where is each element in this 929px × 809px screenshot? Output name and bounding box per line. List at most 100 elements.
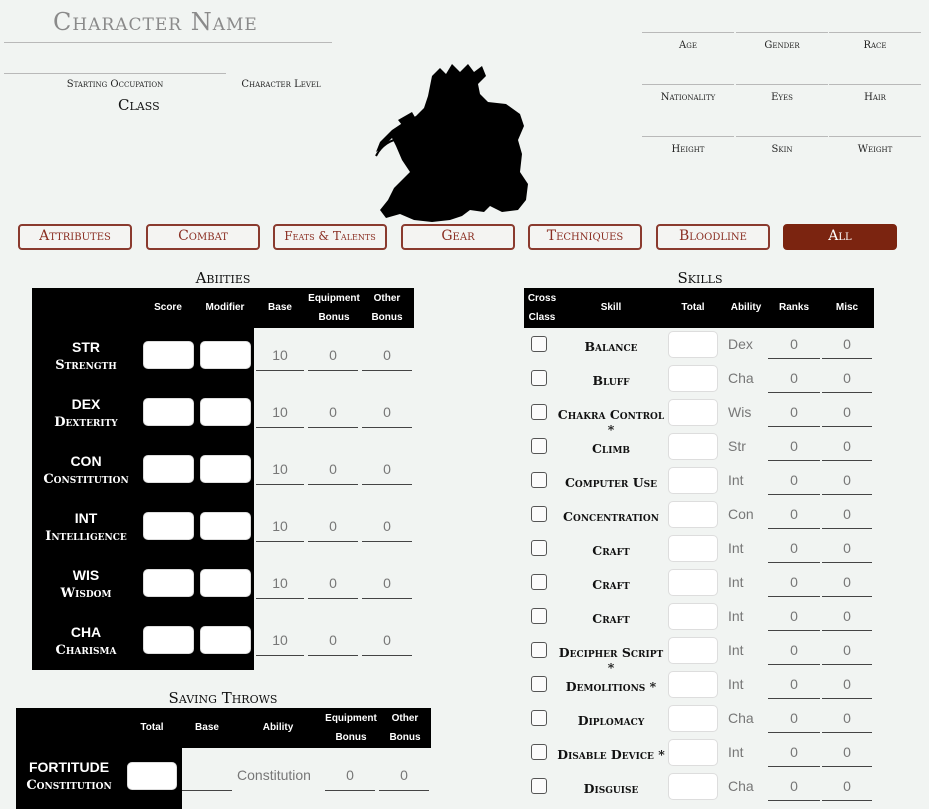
skill-ranks-value[interactable]: 0: [768, 404, 820, 420]
cross-class-checkbox[interactable]: [531, 370, 547, 386]
ability-other-value[interactable]: 0: [362, 461, 412, 477]
ability-modifier-input[interactable]: [200, 398, 251, 426]
skill-total-input[interactable]: [668, 739, 718, 766]
ability-score-input[interactable]: [143, 455, 194, 483]
bio-underline[interactable]: [736, 84, 828, 85]
cross-class-checkbox[interactable]: [531, 438, 547, 454]
ability-base-value[interactable]: 10: [256, 404, 304, 420]
ability-base-value[interactable]: 10: [256, 461, 304, 477]
cross-class-checkbox[interactable]: [531, 506, 547, 522]
ability-score-input[interactable]: [143, 512, 194, 540]
bio-underline[interactable]: [829, 136, 921, 137]
cross-class-checkbox[interactable]: [531, 336, 547, 352]
skill-total-input[interactable]: [668, 569, 718, 596]
skill-total-input[interactable]: [668, 671, 718, 698]
ability-equip-value[interactable]: 0: [308, 461, 358, 477]
ability-modifier-input[interactable]: [200, 341, 251, 369]
bio-underline[interactable]: [642, 84, 734, 85]
character-name-field[interactable]: Character Name: [53, 8, 258, 36]
skill-misc-value[interactable]: 0: [822, 540, 872, 556]
bio-underline[interactable]: [642, 136, 734, 137]
ability-other-value[interactable]: 0: [362, 518, 412, 534]
ability-other-value[interactable]: 0: [362, 575, 412, 591]
skill-misc-value[interactable]: 0: [822, 506, 872, 522]
cross-class-checkbox[interactable]: [531, 642, 547, 658]
tab-attributes[interactable]: Attributes: [18, 224, 132, 250]
skill-total-input[interactable]: [668, 535, 718, 562]
skill-total-input[interactable]: [668, 399, 718, 426]
ability-other-value[interactable]: 0: [362, 632, 412, 648]
skill-misc-value[interactable]: 0: [822, 574, 872, 590]
skill-total-input[interactable]: [668, 773, 718, 800]
skill-ranks-value[interactable]: 0: [768, 472, 820, 488]
ability-score-input[interactable]: [143, 569, 194, 597]
skill-ranks-value[interactable]: 0: [768, 370, 820, 386]
cross-class-checkbox[interactable]: [531, 710, 547, 726]
bio-underline[interactable]: [829, 32, 921, 33]
cross-class-checkbox[interactable]: [531, 472, 547, 488]
save-other-value[interactable]: 0: [379, 767, 429, 783]
cross-class-checkbox[interactable]: [531, 744, 547, 760]
skill-ranks-value[interactable]: 0: [768, 540, 820, 556]
skill-ranks-value[interactable]: 0: [768, 336, 820, 352]
bio-underline[interactable]: [829, 84, 921, 85]
skill-total-input[interactable]: [668, 365, 718, 392]
skill-ranks-value[interactable]: 0: [768, 608, 820, 624]
ability-equip-value[interactable]: 0: [308, 518, 358, 534]
skill-total-input[interactable]: [668, 637, 718, 664]
skill-misc-value[interactable]: 0: [822, 710, 872, 726]
skill-ranks-value[interactable]: 0: [768, 438, 820, 454]
save-total-input[interactable]: [127, 762, 177, 790]
skill-misc-value[interactable]: 0: [822, 438, 872, 454]
bio-underline[interactable]: [736, 136, 828, 137]
skill-misc-value[interactable]: 0: [822, 404, 872, 420]
ability-modifier-input[interactable]: [200, 455, 251, 483]
ability-equip-value[interactable]: 0: [308, 404, 358, 420]
ability-base-value[interactable]: 10: [256, 347, 304, 363]
ability-score-input[interactable]: [143, 398, 194, 426]
ability-modifier-input[interactable]: [200, 512, 251, 540]
ability-equip-value[interactable]: 0: [308, 575, 358, 591]
cross-class-checkbox[interactable]: [531, 404, 547, 420]
skill-total-input[interactable]: [668, 603, 718, 630]
save-equip-value[interactable]: 0: [325, 767, 375, 783]
skill-ranks-value[interactable]: 0: [768, 676, 820, 692]
tab-feats-talents[interactable]: Feats & Talents: [273, 224, 387, 250]
tab-all[interactable]: All: [783, 224, 897, 250]
tab-techniques[interactable]: Techniques: [528, 224, 642, 250]
skill-ranks-value[interactable]: 0: [768, 506, 820, 522]
cross-class-checkbox[interactable]: [531, 778, 547, 794]
ability-score-input[interactable]: [143, 341, 194, 369]
tab-combat[interactable]: Combat: [146, 224, 260, 250]
ability-modifier-input[interactable]: [200, 626, 251, 654]
ability-other-value[interactable]: 0: [362, 347, 412, 363]
ability-equip-value[interactable]: 0: [308, 347, 358, 363]
cross-class-checkbox[interactable]: [531, 540, 547, 556]
skill-total-input[interactable]: [668, 433, 718, 460]
ability-equip-value[interactable]: 0: [308, 632, 358, 648]
skill-total-input[interactable]: [668, 467, 718, 494]
skill-total-input[interactable]: [668, 705, 718, 732]
skill-total-input[interactable]: [668, 501, 718, 528]
cross-class-checkbox[interactable]: [531, 608, 547, 624]
skill-misc-value[interactable]: 0: [822, 778, 872, 794]
tab-gear[interactable]: Gear: [401, 224, 515, 250]
cross-class-checkbox[interactable]: [531, 676, 547, 692]
skill-ranks-value[interactable]: 0: [768, 574, 820, 590]
skill-misc-value[interactable]: 0: [822, 370, 872, 386]
skill-misc-value[interactable]: 0: [822, 336, 872, 352]
ability-base-value[interactable]: 10: [256, 632, 304, 648]
tab-bloodline[interactable]: Bloodline: [656, 224, 770, 250]
skill-misc-value[interactable]: 0: [822, 642, 872, 658]
save-base-underline[interactable]: [182, 790, 232, 791]
skill-ranks-value[interactable]: 0: [768, 744, 820, 760]
skill-total-input[interactable]: [668, 331, 718, 358]
skill-misc-value[interactable]: 0: [822, 744, 872, 760]
skill-misc-value[interactable]: 0: [822, 608, 872, 624]
bio-underline[interactable]: [642, 32, 734, 33]
skill-misc-value[interactable]: 0: [822, 472, 872, 488]
ability-score-input[interactable]: [143, 626, 194, 654]
skill-ranks-value[interactable]: 0: [768, 778, 820, 794]
ability-base-value[interactable]: 10: [256, 575, 304, 591]
cross-class-checkbox[interactable]: [531, 574, 547, 590]
